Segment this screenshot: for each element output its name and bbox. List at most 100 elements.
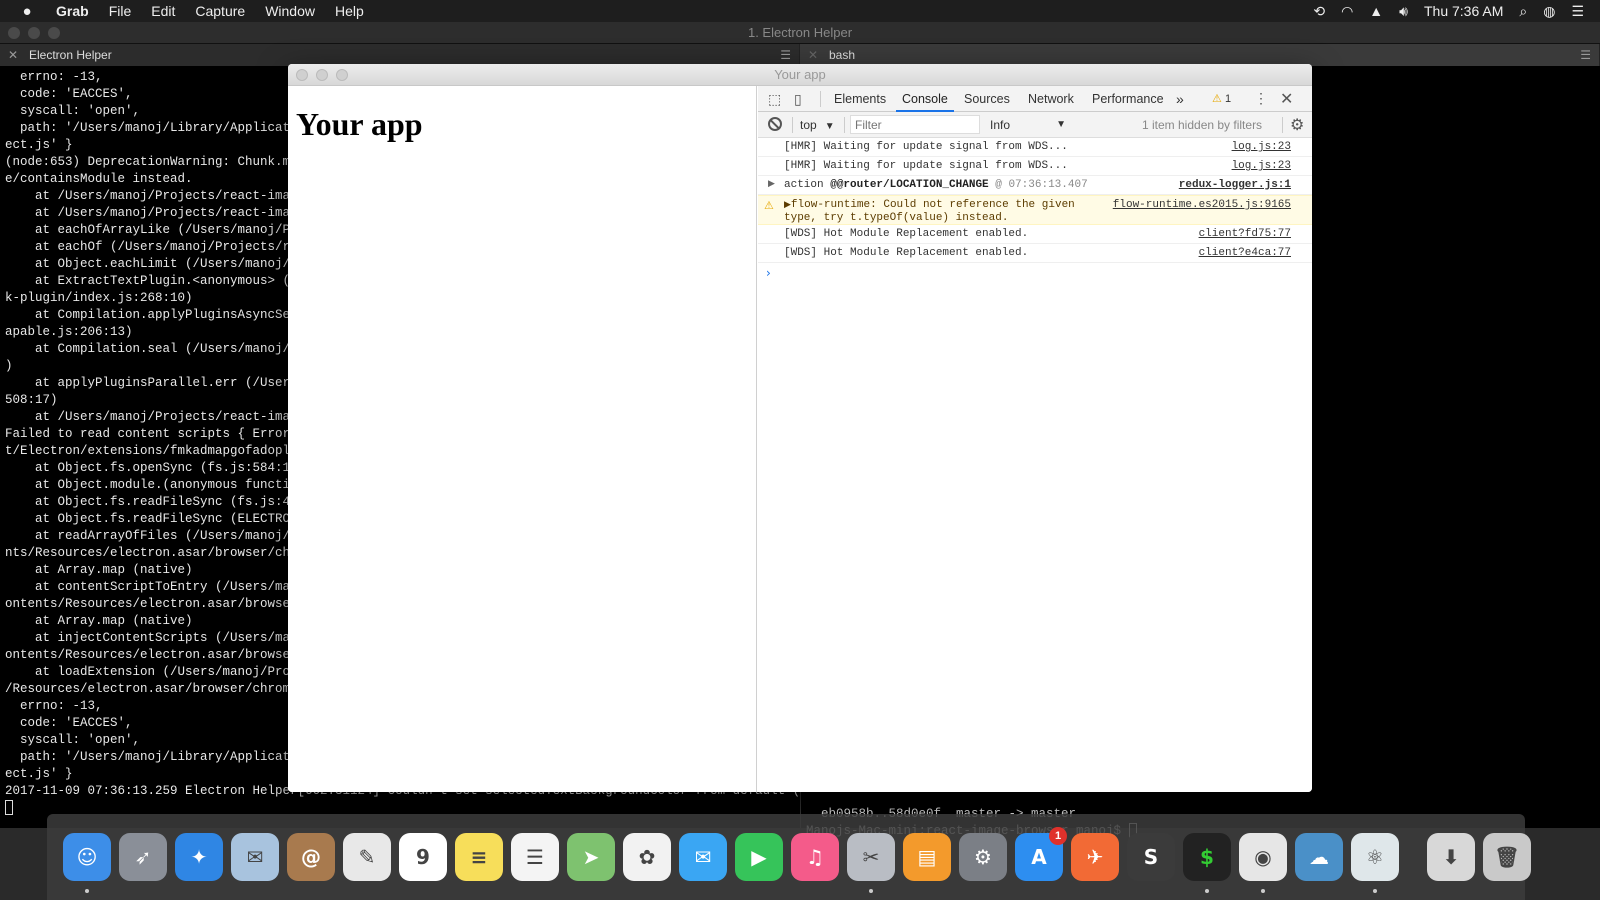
apple-menu-icon[interactable]: ● xyxy=(16,3,38,20)
dock-postman-icon[interactable]: ✈ xyxy=(1071,833,1119,881)
dock-contacts-icon[interactable]: @ xyxy=(287,833,335,881)
dock-messages-icon[interactable]: ✉ xyxy=(679,833,727,881)
dock-safari-icon[interactable]: ✦ xyxy=(175,833,223,881)
action-prefix: action xyxy=(784,179,831,191)
menu-file[interactable]: File xyxy=(109,3,132,19)
minimize-window-button[interactable] xyxy=(316,69,328,81)
dock-photos-icon[interactable]: ✿ xyxy=(623,833,671,881)
volume-icon[interactable]: 🔊︎ xyxy=(1399,3,1408,20)
dock-terminal-icon[interactable]: $ xyxy=(1183,833,1231,893)
dock-itunes-icon[interactable]: ♫ xyxy=(791,833,839,881)
console-group-message[interactable]: ▶ action @@router/LOCATION_CHANGE @ 07:3… xyxy=(758,176,1312,195)
close-tab-icon[interactable]: ✕ xyxy=(8,44,18,66)
tab-performance[interactable]: Performance xyxy=(1092,86,1164,112)
app-window-title: Your app xyxy=(774,67,826,82)
dock-reminders-icon[interactable]: ☰ xyxy=(511,833,559,881)
console-message: [HMR] Waiting for update signal from WDS… xyxy=(758,157,1312,176)
close-window-button[interactable] xyxy=(8,27,20,39)
message-source-link[interactable]: log.js:23 xyxy=(1232,141,1291,153)
close-window-button[interactable] xyxy=(296,69,308,81)
dock-mail-icon[interactable]: ✉ xyxy=(231,833,279,881)
dock-launchpad-icon[interactable]: ➶ xyxy=(119,833,167,881)
message-source-link[interactable]: log.js:23 xyxy=(1232,160,1291,172)
console-message: [WDS] Hot Module Replacement enabled. cl… xyxy=(758,244,1312,263)
tab-menu-icon[interactable]: ☰ xyxy=(1580,44,1591,66)
tab-bash[interactable]: ✕ bash ☰ xyxy=(800,44,1600,66)
zoom-window-button[interactable] xyxy=(336,69,348,81)
expand-triangle-icon[interactable]: ▶ xyxy=(784,200,791,210)
spotlight-icon[interactable]: ⌕ xyxy=(1519,3,1527,20)
message-source-link[interactable]: redux-logger.js:1 xyxy=(1179,179,1291,191)
toolbar-divider xyxy=(844,117,845,133)
tab-menu-icon[interactable]: ☰ xyxy=(780,44,791,66)
dock-sublime-text-icon[interactable]: S xyxy=(1127,833,1175,881)
airplay-icon[interactable]: ▲ xyxy=(1369,3,1383,19)
dock-downloads-icon[interactable]: ⬇ xyxy=(1427,833,1475,881)
more-tabs-icon[interactable]: » xyxy=(1176,86,1184,112)
console-message: [HMR] Waiting for update signal from WDS… xyxy=(758,138,1312,157)
app-window: Your app Your app ⬚ ▯ Elements Console S… xyxy=(288,64,1312,792)
dock-facetime-icon[interactable]: ▶ xyxy=(735,833,783,881)
notification-center-icon[interactable]: ☰ xyxy=(1571,3,1584,20)
menu-window[interactable]: Window xyxy=(265,3,315,19)
dock-grab-icon[interactable]: ✂ xyxy=(847,833,895,893)
menu-app-name[interactable]: Grab xyxy=(56,3,89,19)
message-source-link[interactable]: flow-runtime.es2015.js:9165 xyxy=(1113,199,1291,211)
log-level-selector[interactable]: Info ▼ xyxy=(990,118,1066,132)
dock-ibooks-icon[interactable]: ▤ xyxy=(903,833,951,881)
console-settings-icon[interactable]: ⚙ xyxy=(1290,115,1304,135)
running-indicator xyxy=(85,889,89,893)
dock-finder-icon[interactable]: ☺ xyxy=(63,833,111,893)
wifi-icon[interactable]: ◠ xyxy=(1341,3,1353,20)
terminal-tab-bar: ✕ Electron Helper ☰ ✕ bash ☰ xyxy=(0,44,1600,66)
message-text: ▶flow-runtime: Could not reference the g… xyxy=(784,199,1075,225)
devtools-tab-bar: ⬚ ▯ Elements Console Sources Network Per… xyxy=(758,86,1312,112)
message-source-link[interactable]: client?fd75:77 xyxy=(1199,228,1291,240)
dock-system-preferences-icon[interactable]: ⚙ xyxy=(959,833,1007,881)
devtools-panel: ⬚ ▯ Elements Console Sources Network Per… xyxy=(758,86,1312,792)
dock-chrome-icon[interactable]: ◉ xyxy=(1239,833,1287,893)
menu-capture[interactable]: Capture xyxy=(195,3,245,19)
page-heading: Your app xyxy=(296,106,423,142)
menu-clock[interactable]: Thu 7:36 AM xyxy=(1424,3,1503,19)
console-warning: ⚠ ▶flow-runtime: Could not reference the… xyxy=(758,195,1312,225)
close-devtools-icon[interactable]: ✕ xyxy=(1280,89,1293,109)
menu-help[interactable]: Help xyxy=(335,3,364,19)
tab-sources[interactable]: Sources xyxy=(964,86,1010,112)
dock-electron-icon[interactable]: ⚛ xyxy=(1351,833,1399,893)
expand-triangle-icon[interactable]: ▶ xyxy=(768,179,775,189)
dock-app-store-icon[interactable]: A1 xyxy=(1015,827,1067,881)
zoom-window-button[interactable] xyxy=(48,27,60,39)
time-machine-icon[interactable]: ⟲ xyxy=(1313,3,1325,20)
dock-tower-icon[interactable]: ☁ xyxy=(1295,833,1343,881)
close-tab-icon[interactable]: ✕ xyxy=(808,44,818,66)
console-filter-input[interactable] xyxy=(850,115,980,134)
console-prompt-icon[interactable]: › xyxy=(766,266,771,280)
running-indicator xyxy=(1261,889,1265,893)
inspect-element-icon[interactable]: ⬚ xyxy=(768,91,781,108)
minimize-window-button[interactable] xyxy=(28,27,40,39)
dock-textedit-icon[interactable]: ✎ xyxy=(343,833,391,881)
dock-notes-icon[interactable]: ≡ xyxy=(455,833,503,881)
running-indicator xyxy=(1205,889,1209,893)
dock-maps-icon[interactable]: ➤ xyxy=(567,833,615,881)
device-toolbar-icon[interactable]: ▯ xyxy=(794,91,802,108)
tab-electron-helper[interactable]: ✕ Electron Helper ☰ xyxy=(0,44,800,66)
tab-elements[interactable]: Elements xyxy=(834,86,886,112)
menu-edit[interactable]: Edit xyxy=(151,3,175,19)
clear-console-icon[interactable] xyxy=(768,117,782,131)
user-icon[interactable]: ◍ xyxy=(1543,3,1555,20)
hidden-items-note: 1 item hidden by filters xyxy=(1142,118,1263,132)
dock-trash-icon[interactable]: 🗑 xyxy=(1483,833,1531,881)
dock-calendar-icon[interactable]: 9 xyxy=(399,833,447,881)
tab-console[interactable]: Console xyxy=(896,86,954,112)
warning-counter[interactable]: ⚠ 1 xyxy=(1212,92,1231,105)
context-selector[interactable]: top ▼ xyxy=(800,118,835,132)
menu-bar: ● Grab File Edit Capture Window Help ⟲ ◠… xyxy=(0,0,1600,22)
message-source-link[interactable]: client?e4ca:77 xyxy=(1199,247,1291,259)
message-text: [WDS] Hot Module Replacement enabled. xyxy=(784,228,1029,240)
running-indicator xyxy=(1373,889,1377,893)
terminal-window-title: 1. Electron Helper xyxy=(747,25,853,40)
more-options-icon[interactable]: ⋮ xyxy=(1254,90,1268,107)
tab-network[interactable]: Network xyxy=(1028,86,1074,112)
